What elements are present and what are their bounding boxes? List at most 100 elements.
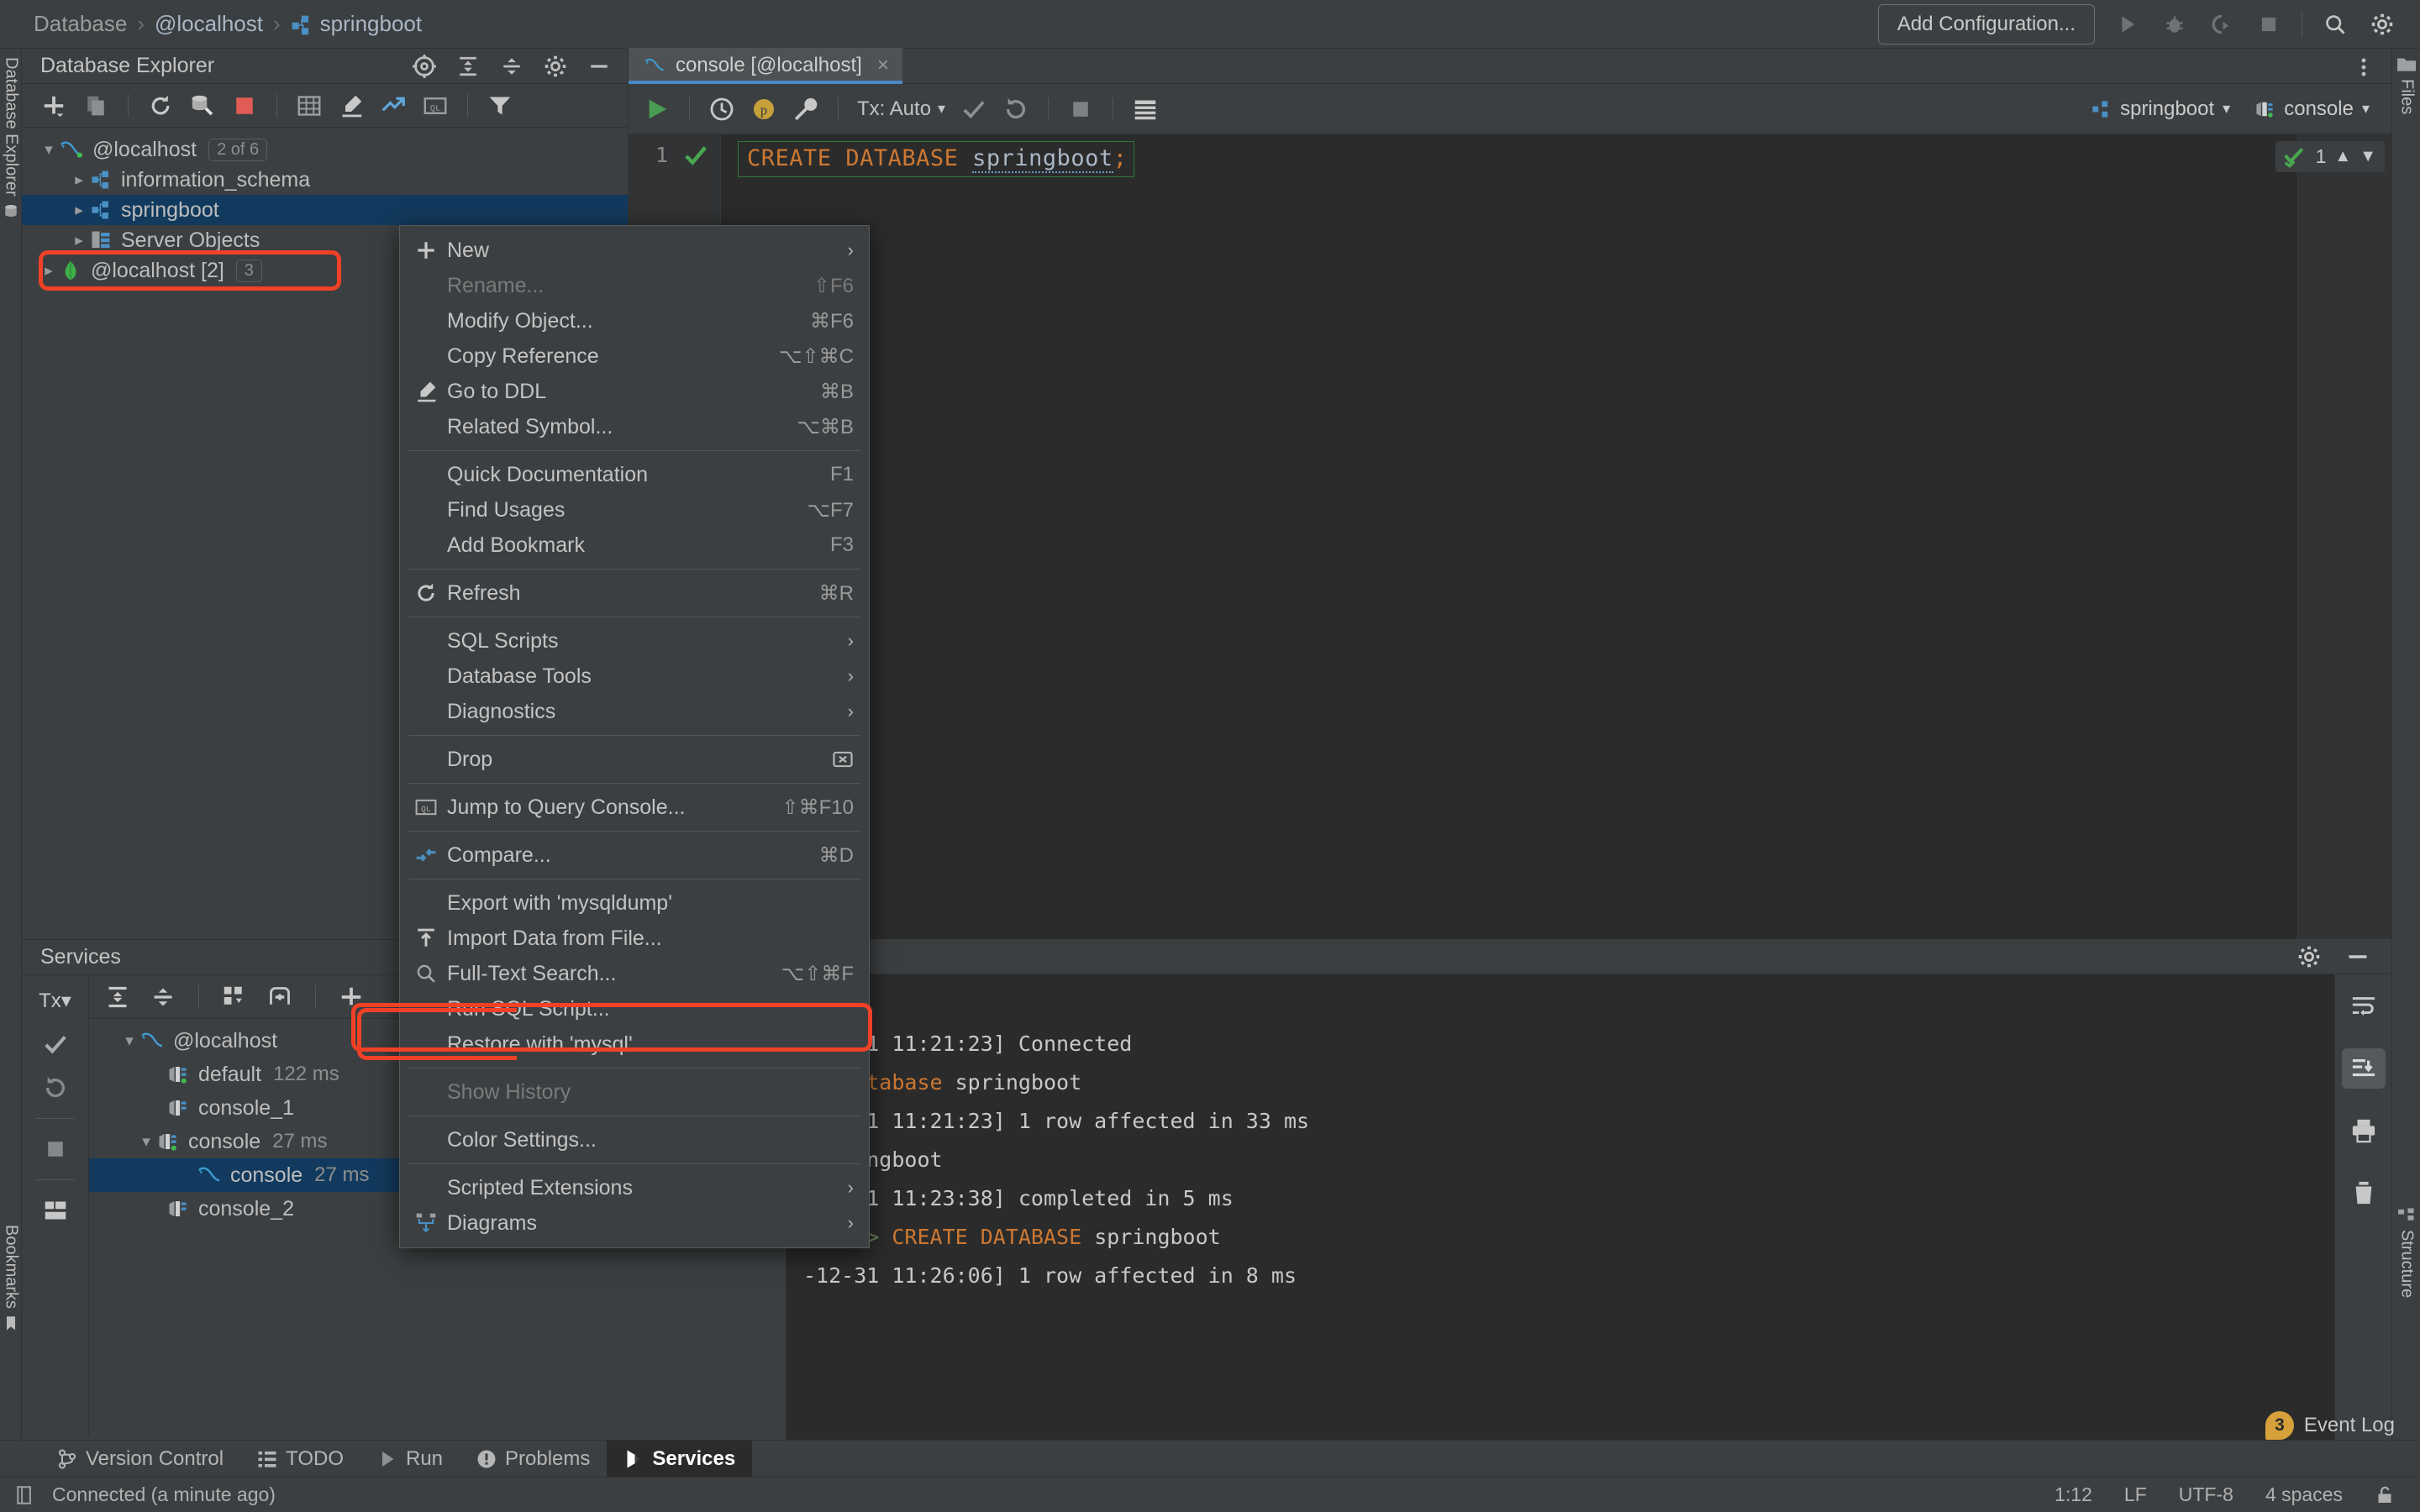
grid-icon[interactable] (1132, 96, 1159, 123)
tree-item-information-schema[interactable]: ▸ information_schema (22, 165, 628, 195)
menu-item-color-settings[interactable]: Color Settings... (400, 1122, 869, 1158)
line-separator[interactable]: LF (2124, 1483, 2147, 1506)
inspection-status[interactable]: 1 ▲ ▼ (2275, 141, 2385, 172)
menu-item-copy-reference[interactable]: Copy Reference ⌥⇧⌘C (400, 339, 869, 374)
group-icon[interactable] (221, 984, 248, 1011)
print-icon[interactable] (2342, 1110, 2386, 1151)
edit-icon[interactable] (338, 92, 365, 119)
gear-icon[interactable] (542, 53, 569, 80)
menu-item-sql-scripts[interactable]: SQL Scripts › (400, 623, 869, 659)
query-console-icon[interactable]: QL (422, 92, 449, 119)
rail-database-explorer[interactable]: Database Explorer (0, 57, 22, 218)
chevron-right-icon[interactable]: ▸ (39, 261, 59, 281)
menu-item-diagnostics[interactable]: Diagnostics › (400, 694, 869, 729)
chevron-right-icon[interactable]: ▸ (69, 171, 89, 190)
menu-item-go-to-ddl[interactable]: Go to DDL ⌘B (400, 374, 869, 409)
layout-icon[interactable] (42, 1197, 69, 1224)
chevron-right-icon[interactable]: ▸ (69, 231, 89, 250)
expand-all-icon[interactable] (104, 984, 131, 1011)
menu-item-diagrams[interactable]: Diagrams › (400, 1205, 869, 1241)
menu-item-add-bookmark[interactable]: Add Bookmark F3 (400, 528, 869, 563)
rail-files[interactable]: Files (2392, 57, 2420, 114)
tool-window-services[interactable]: Services (607, 1440, 753, 1478)
menu-item-related-symbol[interactable]: Related Symbol... ⌥⌘B (400, 409, 869, 444)
menu-item-jump-to-query-console[interactable]: QL Jump to Query Console... ⇧⌘F10 (400, 790, 869, 825)
add-icon[interactable] (40, 92, 67, 119)
editor-options-icon[interactable] (2353, 56, 2375, 78)
console-log[interactable]: -12-31 11:21:23] Connected te database s… (786, 974, 2334, 1443)
menu-item-run-sql-script[interactable]: Run SQL Script... (400, 991, 869, 1026)
tree-item-springboot[interactable]: ▸ springboot (22, 195, 628, 225)
chevron-right-icon[interactable]: ▸ (69, 201, 89, 220)
trash-icon[interactable] (2342, 1173, 2386, 1213)
stop-icon[interactable] (231, 92, 258, 119)
close-icon[interactable]: × (877, 54, 889, 77)
collapse-all-icon[interactable] (150, 984, 176, 1011)
sql-statement[interactable]: CREATE DATABASE springboot; (738, 141, 1135, 177)
menu-item-quick-documentation[interactable]: Quick Documentation F1 (400, 457, 869, 492)
settings-gear-icon[interactable] (2368, 10, 2396, 39)
rail-bookmarks[interactable]: Bookmarks (0, 1225, 22, 1463)
params-icon[interactable]: p (750, 96, 777, 123)
tool-window-version-control[interactable]: Version Control (40, 1441, 240, 1478)
collapse-all-icon[interactable] (498, 53, 525, 80)
menu-item-restore-with-mysql[interactable]: Restore with 'mysql' (400, 1026, 869, 1062)
menu-item-export-mysqldump[interactable]: Export with 'mysqldump' (400, 885, 869, 921)
menu-item-refresh[interactable]: Refresh ⌘R (400, 575, 869, 611)
chevron-down-icon[interactable]: ▾ (119, 1032, 139, 1051)
code-editor[interactable]: 1 CREATE DATABASE springboot; 1 ▲ ▼ (629, 134, 2391, 939)
plus-icon[interactable] (338, 984, 365, 1011)
breadcrumb-item-database[interactable]: Database (34, 11, 127, 37)
next-problem-icon[interactable]: ▼ (2360, 147, 2376, 166)
search-icon[interactable] (2321, 10, 2349, 39)
menu-item-scripted-extensions[interactable]: Scripted Extensions › (400, 1170, 869, 1205)
breadcrumb-item-springboot[interactable]: springboot (291, 11, 422, 37)
event-log-button[interactable]: 3 Event Log (2265, 1411, 2395, 1440)
breadcrumb-item-localhost[interactable]: @localhost (155, 11, 263, 37)
chevron-down-icon[interactable]: ▾ (136, 1132, 156, 1152)
history-icon[interactable] (708, 96, 735, 123)
expand-all-icon[interactable] (455, 53, 481, 80)
lock-icon[interactable] (2375, 1485, 2395, 1505)
filter-icon[interactable] (487, 92, 513, 119)
gear-icon[interactable] (2296, 943, 2323, 970)
menu-item-modify-object[interactable]: Modify Object... ⌘F6 (400, 303, 869, 339)
menu-item-compare[interactable]: Compare... ⌘D (400, 837, 869, 873)
tool-window-problems[interactable]: Problems (460, 1441, 607, 1478)
run-icon[interactable] (2113, 10, 2142, 39)
file-encoding[interactable]: UTF-8 (2179, 1483, 2233, 1506)
tool-window-todo[interactable]: TODO (240, 1441, 360, 1478)
schema-selector[interactable]: springboot ▾ (2090, 97, 2230, 121)
wrench-icon[interactable] (792, 96, 819, 123)
hide-panel-icon[interactable] (586, 53, 613, 80)
prev-problem-icon[interactable]: ▲ (2334, 147, 2351, 166)
refresh-icon[interactable] (147, 92, 174, 119)
inspection-sidebar[interactable]: 1 ▲ ▼ (2275, 134, 2391, 939)
minimize-icon[interactable] (2344, 943, 2371, 970)
context-menu[interactable]: New › Rename... ⇧F6 Modify Object... ⌘F6… (399, 225, 870, 1248)
menu-item-full-text-search[interactable]: Full-Text Search... ⌥⇧⌘F (400, 956, 869, 991)
tx-icon[interactable]: Tx▾ (39, 987, 71, 1014)
tool-window-run[interactable]: Run (360, 1441, 460, 1478)
tree-item-localhost[interactable]: ▾ @localhost 2 of 6 (22, 134, 628, 165)
chevron-down-icon[interactable]: ▾ (39, 140, 59, 160)
session-selector[interactable]: console ▾ (2254, 97, 2370, 121)
caret-position[interactable]: 1:12 (2054, 1483, 2092, 1506)
soft-wrap-icon[interactable] (2342, 986, 2386, 1026)
menu-item-database-tools[interactable]: Database Tools › (400, 659, 869, 694)
menu-item-drop[interactable]: Drop (400, 742, 869, 777)
menu-item-new[interactable]: New › (400, 233, 869, 268)
scroll-to-end-icon[interactable] (2341, 1048, 2386, 1089)
add-tab-icon[interactable] (266, 984, 293, 1011)
debug-icon[interactable] (2160, 10, 2189, 39)
menu-item-import-data-from-file[interactable]: Import Data from File... (400, 921, 869, 956)
tab-console-localhost[interactable]: console [@localhost] × (629, 48, 902, 84)
db-tools-icon[interactable] (189, 92, 216, 119)
sync-icon[interactable] (411, 53, 438, 80)
add-configuration-button[interactable]: Add Configuration... (1877, 3, 2095, 45)
transaction-mode-selector[interactable]: Tx: Auto ▾ (857, 97, 945, 121)
stop-icon[interactable] (2254, 10, 2283, 39)
menu-item-find-usages[interactable]: Find Usages ⌥F7 (400, 492, 869, 528)
rail-structure[interactable]: Structure (2392, 1208, 2420, 1298)
run-coverage-icon[interactable] (2207, 10, 2236, 39)
